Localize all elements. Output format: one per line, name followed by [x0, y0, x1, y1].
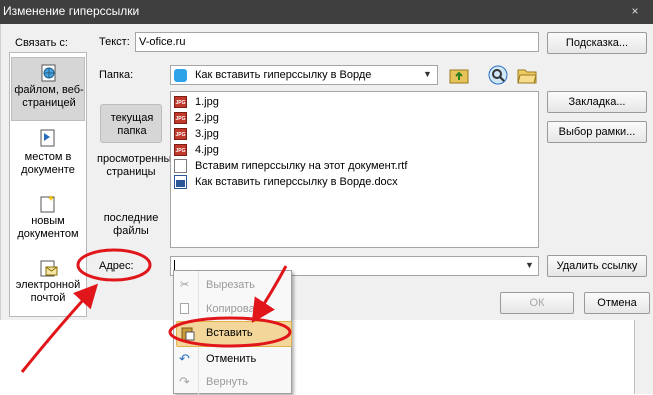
list-item[interactable]: Вставим гиперссылку на этот документ.rtf	[174, 158, 534, 174]
folder-label: Папка:	[99, 69, 134, 81]
bookmark-doc-icon	[40, 129, 55, 147]
look-in-browsed-pages[interactable]: просмотренные страницы	[97, 153, 178, 179]
jpg-file-icon: JPG	[174, 144, 187, 156]
background-window-edge	[634, 320, 653, 394]
up-folder-icon[interactable]	[448, 65, 470, 85]
look-in-current-folder[interactable]: текущая папка	[100, 104, 162, 143]
chevron-down-icon: ▼	[423, 69, 432, 79]
list-item[interactable]: JPG 3.jpg	[174, 126, 534, 142]
file-name: 2.jpg	[195, 112, 219, 124]
ok-button[interactable]: ОК	[500, 292, 574, 314]
menu-item-redo-label: Вернуть	[206, 376, 248, 388]
browse-web-icon[interactable]	[487, 64, 509, 86]
look-in-recent-files[interactable]: последние файлы	[97, 212, 165, 238]
undo-icon: ↶	[179, 351, 190, 366]
look-in-panel: текущая папка просмотренные страницы пос…	[97, 91, 178, 245]
link-to-email[interactable]: электронной почтой	[11, 257, 85, 313]
copy-icon	[180, 303, 189, 314]
menu-item-undo-label: Отменить	[206, 353, 257, 365]
target-frame-button[interactable]: Выбор рамки...	[547, 121, 647, 143]
menu-item-undo[interactable]: ↶ Отменить	[174, 347, 294, 371]
jpg-file-icon: JPG	[174, 112, 187, 124]
cancel-button[interactable]: Отмена	[584, 292, 650, 314]
window-title: Изменение гиперссылки	[3, 4, 140, 18]
link-to-email-label: электронной почтой	[15, 279, 81, 304]
list-item[interactable]: Как вставить гиперссылку в Ворде.docx	[174, 174, 534, 190]
menu-item-paste-label: Вставить	[206, 327, 253, 339]
close-icon[interactable]: ×	[626, 3, 644, 19]
file-name: Вставим гиперссылку на этот документ.rtf	[195, 160, 408, 172]
browse-file-icon[interactable]	[516, 65, 538, 85]
folder-app-icon	[174, 69, 187, 82]
file-name: Как вставить гиперссылку в Ворде.docx	[195, 176, 398, 188]
link-to-place[interactable]: местом в документе	[11, 125, 85, 185]
context-menu: ✂ Вырезать Копировать Вставить ↶ Отменит…	[173, 270, 294, 395]
new-doc-icon	[40, 195, 55, 213]
file-name: 3.jpg	[195, 128, 219, 140]
link-to-label: Связать с:	[15, 37, 68, 49]
hint-button[interactable]: Подсказка...	[547, 32, 647, 54]
list-item[interactable]: JPG 2.jpg	[174, 110, 534, 126]
look-in-current-folder-label: текущая папка	[110, 112, 154, 137]
word-file-icon	[174, 175, 187, 189]
email-icon	[40, 260, 58, 277]
chevron-down-icon: ▼	[525, 260, 534, 270]
scissors-icon: ✂	[180, 279, 190, 291]
link-to-new-doc-label: новым документом	[17, 215, 79, 240]
menu-item-copy[interactable]: Копировать	[174, 297, 294, 321]
file-list[interactable]: JPG 1.jpg JPG 2.jpg JPG 3.jpg JPG 4.jpg …	[170, 91, 539, 248]
folder-select[interactable]: Как вставить гиперссылку в Ворде ▼	[170, 65, 438, 85]
remove-link-button[interactable]: Удалить ссылку	[547, 255, 647, 277]
link-to-place-label: местом в документе	[21, 151, 75, 176]
list-item[interactable]: JPG 1.jpg	[174, 94, 534, 110]
text-label: Текст:	[99, 36, 130, 48]
address-label: Адрес:	[99, 260, 134, 272]
file-name: 4.jpg	[195, 144, 219, 156]
text-input[interactable]: V-ofice.ru	[135, 32, 539, 52]
menu-item-cut[interactable]: ✂ Вырезать	[174, 273, 294, 297]
file-name: 1.jpg	[195, 96, 219, 108]
folder-select-value: Как вставить гиперссылку в Ворде	[195, 69, 372, 81]
menu-item-copy-label: Копировать	[206, 303, 266, 315]
link-to-new-doc[interactable]: новым документом	[11, 193, 85, 253]
title-bar: Изменение гиперссылки ×	[0, 0, 653, 24]
bookmark-button[interactable]: Закладка...	[547, 91, 647, 113]
link-to-file-web[interactable]: файлом, веб-страницей	[11, 57, 85, 121]
jpg-file-icon: JPG	[174, 96, 187, 108]
menu-item-redo[interactable]: ↷ Вернуть	[174, 370, 294, 394]
jpg-file-icon: JPG	[174, 128, 187, 140]
rtf-file-icon	[174, 159, 187, 173]
menu-item-cut-label: Вырезать	[206, 279, 255, 291]
link-to-panel: файлом, веб-страницей местом в документе…	[9, 52, 87, 317]
redo-icon: ↷	[179, 374, 190, 389]
list-item[interactable]: JPG 4.jpg	[174, 142, 534, 158]
text-input-value: V-ofice.ru	[139, 36, 186, 48]
menu-item-paste[interactable]: Вставить	[176, 321, 292, 347]
link-to-file-web-label: файлом, веб-страницей	[14, 84, 84, 109]
globe-file-icon	[41, 64, 56, 82]
paste-icon	[181, 327, 195, 341]
